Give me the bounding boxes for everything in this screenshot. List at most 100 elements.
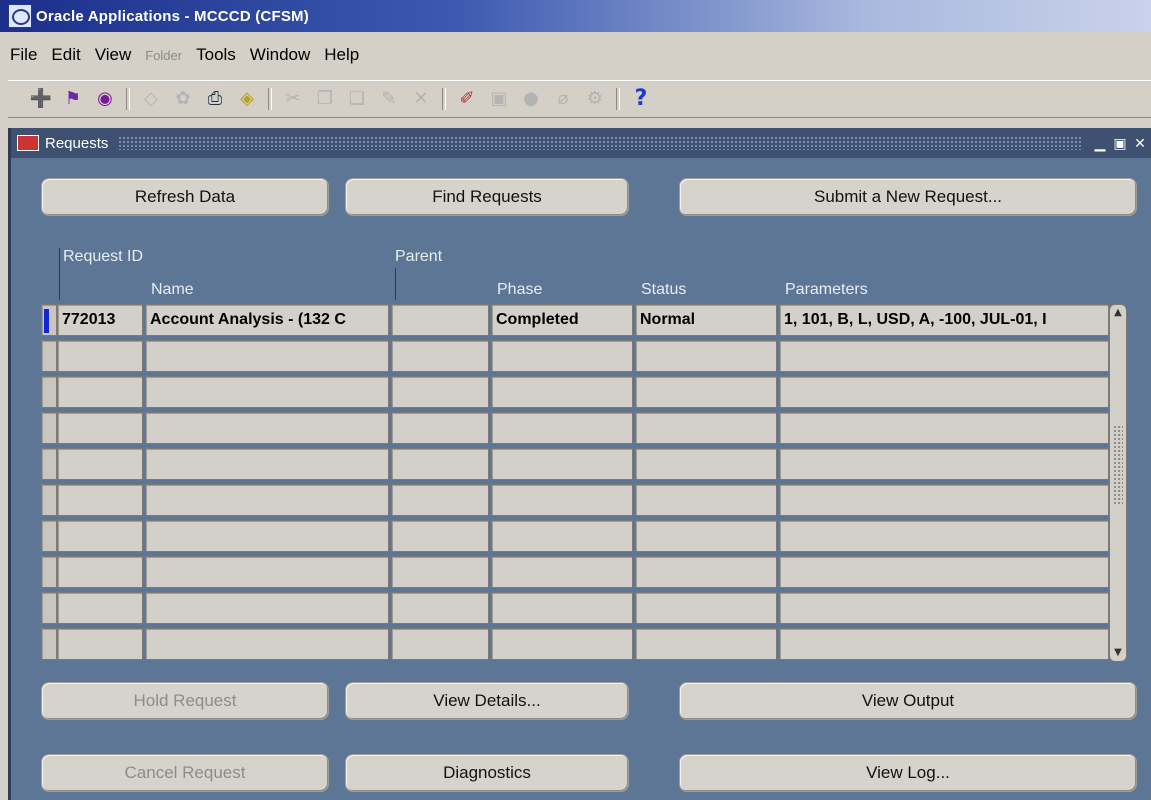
status-cell[interactable] <box>635 340 777 372</box>
phase-cell[interactable] <box>491 448 633 480</box>
record-indicator[interactable] <box>41 520 57 552</box>
phase-cell[interactable]: Completed <box>491 304 633 336</box>
status-cell[interactable] <box>635 412 777 444</box>
request-id-cell[interactable] <box>57 484 143 516</box>
header-divider <box>395 268 396 300</box>
record-indicator[interactable] <box>41 484 57 516</box>
view-log-button[interactable]: View Log... <box>679 754 1137 792</box>
status-cell[interactable] <box>635 628 777 660</box>
parent-cell[interactable] <box>391 520 489 552</box>
name-cell[interactable] <box>145 556 389 588</box>
parameters-cell[interactable] <box>779 628 1109 660</box>
status-cell[interactable] <box>635 592 777 624</box>
help-icon[interactable]: ? <box>630 88 652 110</box>
name-cell[interactable] <box>145 592 389 624</box>
phase-cell[interactable] <box>491 592 633 624</box>
request-id-cell[interactable] <box>57 412 143 444</box>
parameters-cell[interactable] <box>779 556 1109 588</box>
phase-cell[interactable] <box>491 340 633 372</box>
menu-view[interactable]: View <box>95 45 132 65</box>
maximize-icon[interactable]: ▣ <box>1111 135 1129 152</box>
scroll-up-icon[interactable]: ▲ <box>1112 307 1124 319</box>
request-id-cell[interactable] <box>57 376 143 408</box>
status-cell[interactable] <box>635 484 777 516</box>
status-cell[interactable] <box>635 520 777 552</box>
name-cell[interactable] <box>145 448 389 480</box>
phase-cell[interactable] <box>491 376 633 408</box>
parameters-cell[interactable] <box>779 520 1109 552</box>
status-cell[interactable] <box>635 448 777 480</box>
parent-cell[interactable] <box>391 448 489 480</box>
close-form-icon[interactable]: ◈ <box>236 88 258 110</box>
parameters-cell[interactable] <box>779 448 1109 480</box>
name-cell[interactable] <box>145 520 389 552</box>
column-header-request-id: Request ID <box>63 248 144 265</box>
status-cell[interactable]: Normal <box>635 304 777 336</box>
record-indicator[interactable] <box>41 412 57 444</box>
record-indicator[interactable] <box>41 628 57 660</box>
parameters-cell[interactable] <box>779 376 1109 408</box>
edit-field-icon[interactable]: ✐ <box>456 88 478 110</box>
parameters-cell[interactable] <box>779 412 1109 444</box>
refresh-data-button[interactable]: Refresh Data <box>41 178 329 216</box>
request-id-cell[interactable] <box>57 520 143 552</box>
current-record-indicator[interactable] <box>41 304 57 336</box>
phase-cell[interactable] <box>491 628 633 660</box>
request-id-cell[interactable] <box>57 556 143 588</box>
parent-cell[interactable] <box>391 484 489 516</box>
find-icon[interactable]: ⚑ <box>62 88 84 110</box>
name-cell[interactable] <box>145 412 389 444</box>
phase-cell[interactable] <box>491 484 633 516</box>
parameters-cell[interactable] <box>779 484 1109 516</box>
name-cell[interactable] <box>145 628 389 660</box>
parent-cell[interactable] <box>391 592 489 624</box>
menu-window[interactable]: Window <box>250 45 310 65</box>
record-indicator[interactable] <box>41 448 57 480</box>
name-cell[interactable] <box>145 376 389 408</box>
parameters-cell[interactable] <box>779 340 1109 372</box>
submit-new-request-button[interactable]: Submit a New Request... <box>679 178 1137 216</box>
record-indicator[interactable] <box>41 340 57 372</box>
phase-cell[interactable] <box>491 520 633 552</box>
toolbar: ➕ ⚑ ◉ ◇ ✿ ⎙ ◈ ✂ ❐ ❏ ✎ ✕ ✐ ▣ ● ⌀ ⚙ ? <box>8 80 1151 118</box>
record-indicator[interactable] <box>41 556 57 588</box>
parent-cell[interactable] <box>391 340 489 372</box>
parent-cell[interactable] <box>391 556 489 588</box>
close-icon[interactable]: ✕ <box>1131 135 1149 152</box>
attachments-icon: ⌀ <box>557 88 569 109</box>
request-id-cell[interactable]: 772013 <box>57 304 143 336</box>
navigator-icon[interactable]: ◉ <box>94 88 116 110</box>
scroll-down-icon[interactable]: ▼ <box>1112 647 1124 659</box>
record-indicator[interactable] <box>41 376 57 408</box>
table-scrollbar[interactable]: ▲ ▼ <box>1109 304 1127 662</box>
request-id-cell[interactable] <box>57 340 143 372</box>
status-cell[interactable] <box>635 556 777 588</box>
parent-cell[interactable] <box>391 412 489 444</box>
request-id-cell[interactable] <box>57 448 143 480</box>
minimize-icon[interactable]: ▁ <box>1091 135 1109 152</box>
parent-cell[interactable] <box>391 376 489 408</box>
phase-cell[interactable] <box>491 556 633 588</box>
record-indicator[interactable] <box>41 592 57 624</box>
parameters-cell[interactable]: 1, 101, B, L, USD, A, -100, JUL-01, I <box>779 304 1109 336</box>
parent-cell[interactable] <box>391 304 489 336</box>
parameters-cell[interactable] <box>779 592 1109 624</box>
print-icon[interactable]: ⎙ <box>204 88 226 110</box>
name-cell[interactable]: Account Analysis - (132 C <box>145 304 389 336</box>
diagnostics-button[interactable]: Diagnostics <box>345 754 629 792</box>
request-id-cell[interactable] <box>57 592 143 624</box>
menu-file[interactable]: File <box>10 45 37 65</box>
status-cell[interactable] <box>635 376 777 408</box>
menu-tools[interactable]: Tools <box>196 45 236 65</box>
menu-edit[interactable]: Edit <box>51 45 80 65</box>
phase-cell[interactable] <box>491 412 633 444</box>
parent-cell[interactable] <box>391 628 489 660</box>
find-requests-button[interactable]: Find Requests <box>345 178 629 216</box>
name-cell[interactable] <box>145 484 389 516</box>
request-id-cell[interactable] <box>57 628 143 660</box>
view-output-button[interactable]: View Output <box>679 682 1137 720</box>
name-cell[interactable] <box>145 340 389 372</box>
menu-help[interactable]: Help <box>324 45 359 65</box>
scroll-grip[interactable] <box>1113 425 1123 505</box>
view-details-button[interactable]: View Details... <box>345 682 629 720</box>
